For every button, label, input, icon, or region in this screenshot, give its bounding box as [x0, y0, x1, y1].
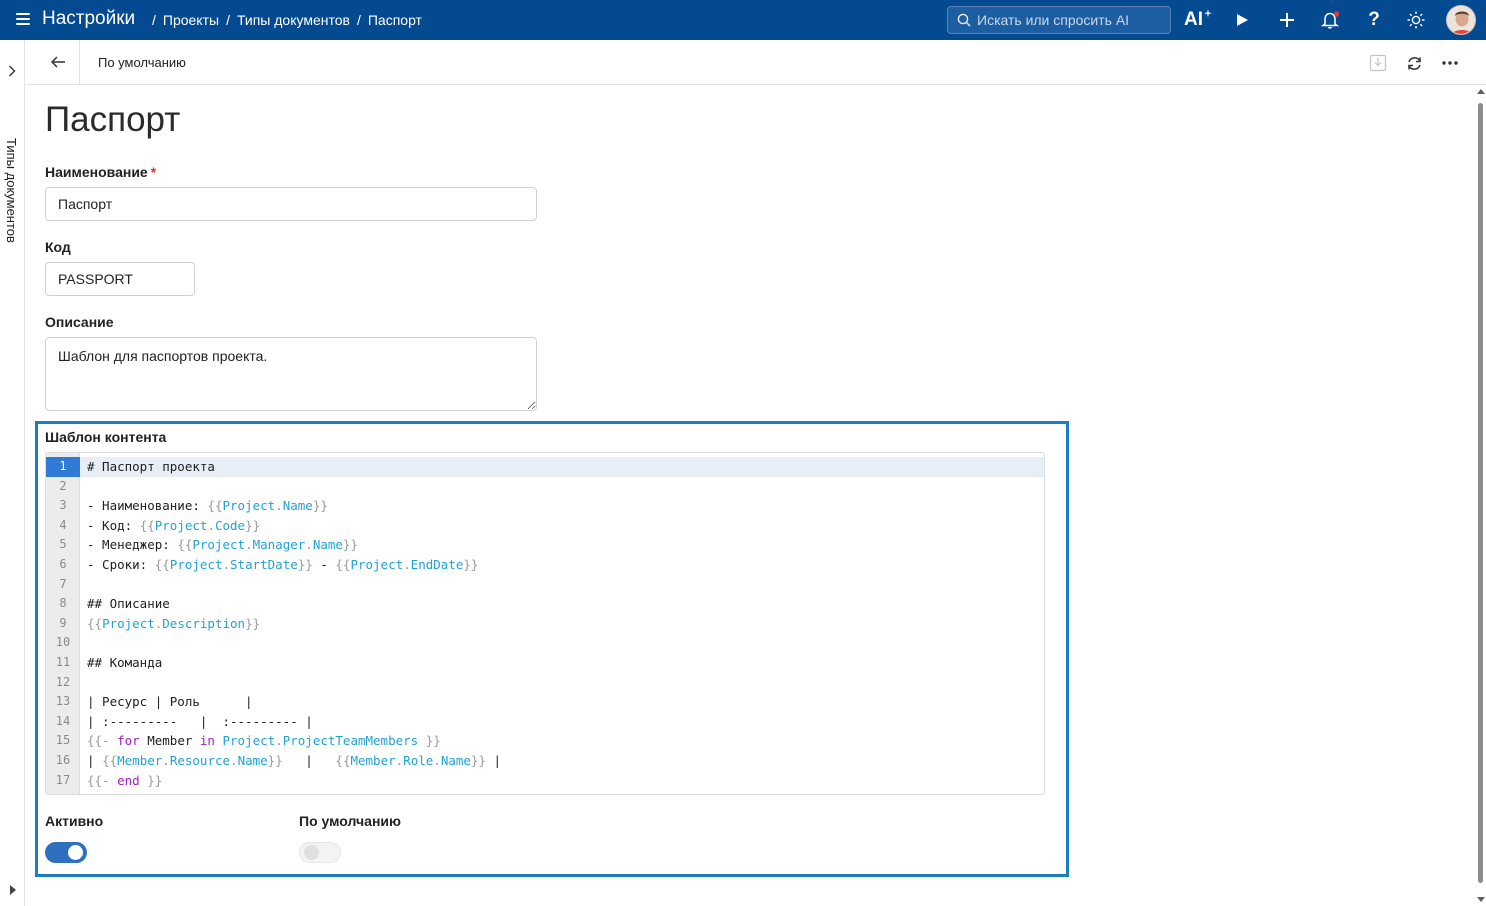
expand-arrow-icon[interactable] [9, 885, 17, 895]
code-text: - Сроки: {{Project.StartDate}} - {{Proje… [87, 557, 479, 572]
line-number: 17 [55, 772, 71, 787]
code-editor[interactable]: 1 # Паспорт проекта 2 3 - Наименование: {{Pr… [45, 452, 1045, 795]
active-toggle[interactable] [45, 842, 87, 863]
ai-label: AI [1184, 9, 1203, 30]
toggle-knob [68, 845, 83, 860]
description-textarea[interactable]: Шаблон для паспортов проекта. [45, 337, 537, 411]
code-line[interactable]: 3 - Наименование: {{Project.Name}} [46, 496, 1044, 516]
code-line[interactable]: 9 {{Project.Description}} [46, 614, 1044, 634]
code-text: - Код: {{Project.Code}} [87, 517, 261, 533]
line-number: 14 [55, 713, 71, 728]
search-box[interactable] [947, 6, 1171, 34]
line-number: 1 [46, 457, 80, 477]
code-input[interactable] [45, 262, 195, 296]
theme-sun-icon[interactable] [1402, 6, 1430, 34]
ai-assistant-button[interactable]: AI [1184, 6, 1212, 34]
line-number: 6 [59, 557, 67, 571]
scroll-down-icon[interactable] [1477, 897, 1485, 902]
help-icon[interactable]: ? [1360, 6, 1388, 34]
code-line[interactable]: 1 # Паспорт проекта [46, 457, 1044, 477]
line-number: 16 [55, 753, 71, 767]
save-icon[interactable] [1367, 52, 1389, 74]
code-line[interactable]: 6 - Сроки: {{Project.StartDate}} - {{Proj… [46, 555, 1044, 575]
breadcrumb-projects[interactable]: Проекты [163, 12, 219, 28]
code-text: {{- end }} [87, 772, 163, 788]
menu-icon[interactable] [16, 13, 30, 25]
search-input[interactable] [977, 12, 1157, 28]
name-label: Наименование * [45, 164, 156, 180]
play-icon[interactable] [1228, 6, 1256, 34]
more-options-icon[interactable] [1439, 52, 1461, 74]
app-title[interactable]: Настройки [42, 8, 135, 30]
toggle-knob [304, 845, 319, 860]
chevron-right-icon[interactable] [8, 65, 16, 77]
line-number: 4 [59, 517, 67, 532]
breadcrumb-passport: Паспорт [367, 12, 422, 28]
code-text: - Менеджер: {{Project.Manager.Name}} [87, 537, 358, 553]
code-text: {{- for Member in Project.ProjectTeamMem… [87, 733, 441, 749]
breadcrumb: / Проекты / Типы документов / Паспорт [152, 12, 422, 28]
code-line[interactable]: 15 {{- for Member in Project.ProjectTeamM… [46, 731, 1044, 751]
user-avatar[interactable] [1446, 5, 1476, 35]
line-number: 2 [59, 478, 67, 493]
code-text: {{Project.Description}} [87, 615, 261, 631]
code-label: Код [45, 239, 71, 255]
code-line[interactable]: 14 | :--------- | :--------- | [46, 712, 1044, 732]
line-number: 9 [59, 615, 67, 630]
template-label: Шаблон контента [45, 429, 167, 445]
search-icon [957, 13, 971, 27]
default-label: По умолчанию [299, 813, 401, 829]
code-line[interactable]: 13 | Ресурс | Роль | [46, 692, 1044, 712]
code-text: | :--------- | :--------- | [87, 713, 313, 729]
left-rail: Типы документов [0, 40, 25, 906]
view-name[interactable]: По умолчанию [98, 55, 186, 70]
back-arrow-icon[interactable] [49, 53, 69, 73]
code-line[interactable]: 10 [46, 633, 1044, 653]
page-title: Паспорт [45, 100, 181, 139]
required-mark: * [150, 164, 157, 180]
code-line[interactable]: 17 {{- end }} [46, 771, 1044, 791]
code-line[interactable]: 5 - Менеджер: {{Project.Manager.Name}} [46, 535, 1044, 555]
code-line[interactable]: 16 | {{Member.Resource.Name}} | {{Member.… [46, 751, 1044, 771]
line-number: 11 [55, 655, 71, 669]
scroll-thumb[interactable] [1478, 103, 1483, 883]
page-scrollbar[interactable] [1476, 85, 1486, 906]
line-number: 5 [59, 537, 67, 552]
line-number: 8 [59, 596, 67, 611]
name-label-text: Наименование [45, 164, 148, 180]
plus-icon[interactable] [1273, 6, 1301, 34]
active-label: Активно [45, 813, 104, 829]
top-bar: Настройки / Проекты / Типы документов / … [0, 0, 1486, 40]
code-text: ## Описание [87, 596, 170, 612]
code-line[interactable]: 8 ## Описание [46, 594, 1044, 614]
rail-label-document-types[interactable]: Типы документов [4, 138, 19, 243]
name-input[interactable] [45, 187, 537, 221]
code-text: | {{Member.Resource.Name}} | {{Member.Ro… [87, 753, 502, 768]
divider [79, 40, 80, 85]
line-number: 3 [59, 498, 67, 513]
refresh-icon[interactable] [1403, 52, 1425, 74]
breadcrumb-document-types[interactable]: Типы документов [237, 12, 350, 28]
code-line[interactable]: 12 [46, 673, 1044, 693]
code-text: # Паспорт проекта [87, 459, 215, 474]
line-number: 15 [55, 733, 71, 748]
sub-header: По умолчанию [25, 40, 1486, 85]
line-number: 10 [55, 635, 71, 650]
line-number: 12 [55, 674, 71, 689]
line-number: 7 [59, 576, 67, 591]
code-text: ## Команда [87, 655, 163, 670]
sparkle-icon [1204, 9, 1212, 18]
code-text: - Наименование: {{Project.Name}} [87, 498, 328, 514]
default-toggle[interactable] [299, 842, 341, 863]
line-number: 13 [55, 694, 71, 709]
code-text: | Ресурс | Роль | [87, 694, 253, 710]
code-line[interactable]: 4 - Код: {{Project.Code}} [46, 516, 1044, 536]
code-line[interactable]: 11 ## Команда [46, 653, 1044, 673]
scroll-up-icon[interactable] [1477, 89, 1485, 94]
code-line[interactable]: 7 [46, 575, 1044, 595]
code-line[interactable]: 2 [46, 477, 1044, 497]
bell-icon[interactable] [1317, 6, 1345, 34]
description-label: Описание [45, 314, 114, 330]
